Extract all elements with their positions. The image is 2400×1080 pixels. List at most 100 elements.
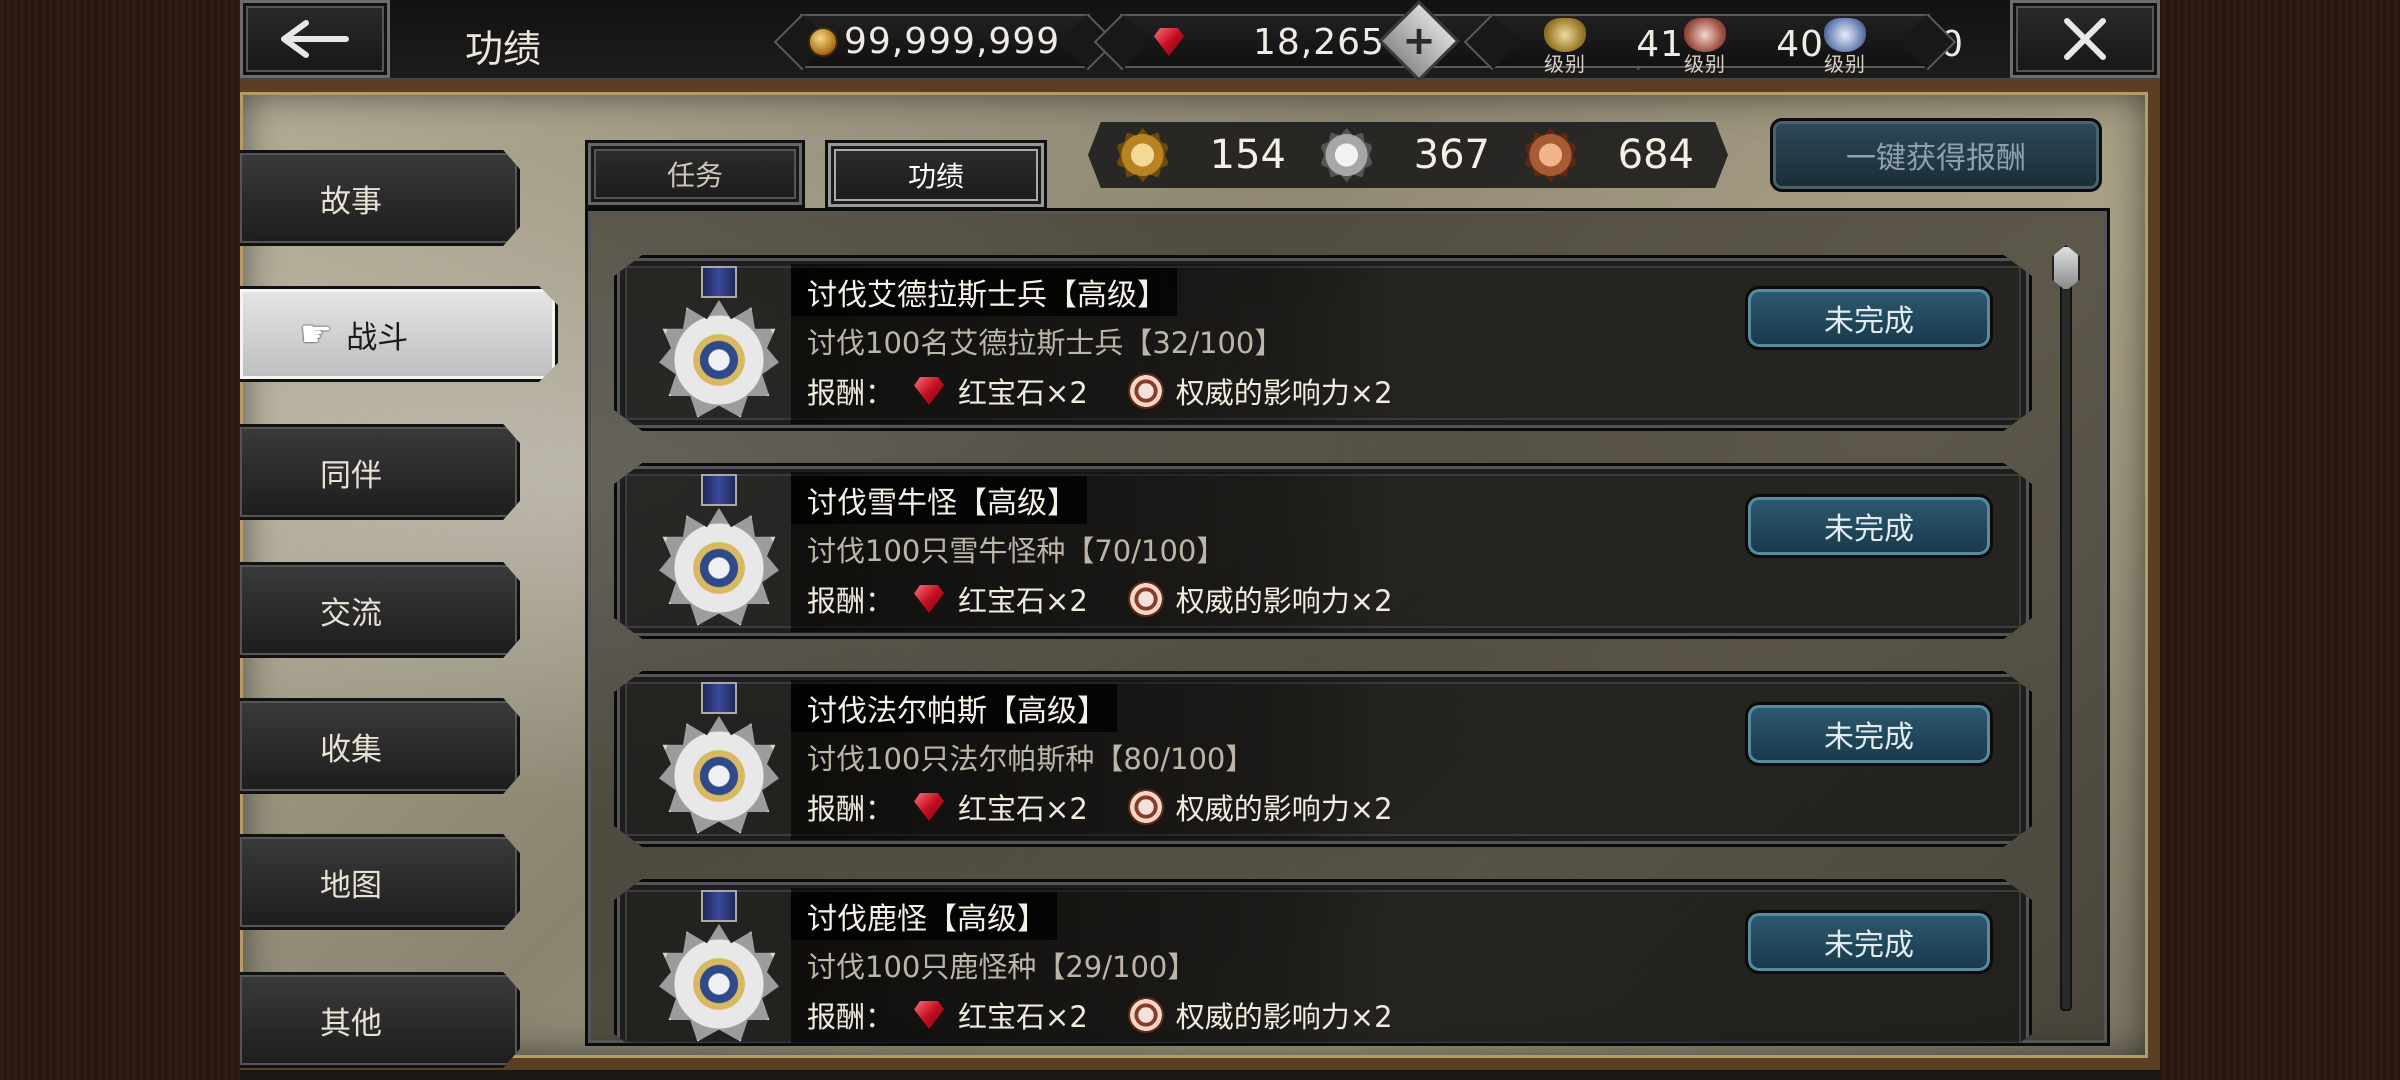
level-caption: 级别 — [1824, 52, 1866, 76]
bronze-medal-count: 684 — [1617, 132, 1694, 178]
achievement-reward: 报酬： 红宝石×2 权威的影响力×2 — [807, 370, 1393, 412]
scrollbar-thumb[interactable] — [2052, 245, 2080, 291]
claim-all-label: 一键获得报酬 — [1846, 141, 2026, 176]
achievement-title: 讨伐法尔帕斯【高级】 — [791, 684, 1117, 732]
sidebar-item-other[interactable]: 其他 — [240, 972, 520, 1068]
achievement-title: 讨伐鹿怪【高级】 — [791, 892, 1057, 940]
sidebar-item-story[interactable]: 故事 — [240, 150, 520, 246]
reward-ruby: 红宝石×2 — [958, 584, 1088, 618]
reward-influence: 权威的影响力×2 — [1175, 792, 1393, 826]
claim-all-rewards-button[interactable]: 一键获得报酬 — [1770, 118, 2102, 192]
ruby-icon — [914, 585, 945, 613]
back-button[interactable] — [240, 0, 390, 78]
sidebar-item-label: 其他 — [320, 1005, 382, 1042]
influence-icon — [1127, 789, 1164, 825]
level-value: 41 — [1636, 24, 1684, 65]
reward-label: 报酬： — [807, 376, 895, 410]
status-label: 未完成 — [1824, 720, 1914, 755]
level-value: 40 — [1776, 24, 1824, 65]
reward-ruby: 红宝石×2 — [958, 792, 1088, 826]
content-panel: 故事 ☛ 战斗 同伴 交流 收集 地图 其他 任务 功绩 154 367 684… — [240, 80, 2160, 1070]
sidebar-item-label: 交流 — [320, 595, 382, 632]
status-label: 未完成 — [1824, 304, 1914, 339]
sidebar-item-map[interactable]: 地图 — [240, 834, 520, 930]
status-incomplete-button[interactable]: 未完成 — [1745, 910, 1993, 974]
reward-influence: 权威的影响力×2 — [1175, 376, 1393, 410]
medal-icon — [657, 266, 781, 430]
achievement-list[interactable]: 讨伐艾德拉斯士兵【高级】 讨伐100名艾德拉斯士兵【32/100】 报酬： 红宝… — [585, 208, 2110, 1046]
achievement-card: 讨伐艾德拉斯士兵【高级】 讨伐100名艾德拉斯士兵【32/100】 报酬： 红宝… — [614, 255, 2032, 431]
level-group-1: 级别 41 — [1544, 16, 1684, 76]
status-incomplete-button[interactable]: 未完成 — [1745, 286, 1993, 350]
achievement-card: 讨伐雪牛怪【高级】 讨伐100只雪牛怪种【70/100】 报酬： 红宝石×2 权… — [614, 463, 2032, 639]
gold-skull-badge-icon — [1544, 18, 1586, 52]
sidebar-item-label: 同伴 — [320, 457, 382, 494]
status-incomplete-button[interactable]: 未完成 — [1745, 702, 1993, 766]
reward-label: 报酬： — [807, 1000, 895, 1034]
achievement-progress: 讨伐100只雪牛怪种【70/100】 — [807, 534, 1226, 568]
gold-counter: 99,999,999 — [800, 14, 1090, 68]
level-caption: 级别 — [1544, 52, 1586, 76]
gold-medal-icon — [1116, 128, 1170, 182]
reward-label: 报酬： — [807, 792, 895, 826]
medal-icon — [657, 890, 781, 1043]
tab-missions[interactable]: 任务 — [585, 140, 805, 208]
level-group-3: 级别 40 — [1824, 16, 1964, 76]
top-bar: 功绩 99,999,999 18,265 + 级别 41 级别 40 级别 40 — [240, 0, 2160, 83]
gold-coin-icon — [808, 27, 838, 57]
achievement-reward: 报酬： 红宝石×2 权威的影响力×2 — [807, 786, 1393, 828]
sidebar-item-companions[interactable]: 同伴 — [240, 424, 520, 520]
sidebar-item-label: 故事 — [320, 183, 382, 220]
crown-badge-icon — [1824, 18, 1866, 52]
tab-achievements[interactable]: 功绩 — [825, 140, 1047, 210]
level-counters: 级别 41 级别 40 级别 40 — [1490, 14, 1963, 76]
plus-icon: + — [1402, 18, 1436, 64]
ruby-amount: 18,265 — [1253, 22, 1385, 63]
page-title: 功绩 — [465, 27, 542, 71]
ruby-icon — [914, 1001, 945, 1029]
status-label: 未完成 — [1824, 928, 1914, 963]
medal-summary: 154 367 684 — [1088, 122, 1728, 188]
sidebar-item-interaction[interactable]: 交流 — [240, 562, 520, 658]
ruby-icon — [1154, 28, 1184, 56]
sidebar-item-battle[interactable]: ☛ 战斗 — [240, 286, 558, 382]
game-screen: 功绩 99,999,999 18,265 + 级别 41 级别 40 级别 40… — [240, 0, 2160, 1080]
rose-badge-icon — [1684, 18, 1726, 52]
add-rubies-button[interactable]: + — [1377, 0, 1461, 83]
sidebar-item-label: 战斗 — [346, 319, 409, 356]
medal-icon — [657, 682, 781, 846]
reward-ruby: 红宝石×2 — [958, 1000, 1088, 1034]
scrollbar-track[interactable] — [2060, 251, 2072, 1011]
status-label: 未完成 — [1824, 512, 1914, 547]
reward-label: 报酬： — [807, 584, 895, 618]
level-group-2: 级别 40 — [1684, 16, 1824, 76]
achievement-reward: 报酬： 红宝石×2 权威的影响力×2 — [807, 578, 1393, 620]
bronze-medal-icon — [1524, 128, 1578, 182]
achievement-card: 讨伐法尔帕斯【高级】 讨伐100只法尔帕斯种【80/100】 报酬： 红宝石×2… — [614, 671, 2032, 847]
influence-icon — [1127, 997, 1164, 1033]
sidebar-item-collection[interactable]: 收集 — [240, 698, 520, 794]
influence-icon — [1127, 373, 1164, 409]
sidebar-item-label: 地图 — [320, 867, 382, 904]
influence-icon — [1127, 581, 1164, 617]
level-value: 40 — [1916, 24, 1964, 65]
achievement-title: 讨伐艾德拉斯士兵【高级】 — [791, 268, 1177, 316]
achievement-progress: 讨伐100名艾德拉斯士兵【32/100】 — [807, 326, 1284, 360]
gold-medal-count: 154 — [1209, 132, 1286, 178]
sidebar-item-label: 收集 — [320, 731, 382, 768]
medal-icon — [657, 474, 781, 638]
arrow-left-icon — [281, 20, 349, 58]
ruby-icon — [914, 377, 945, 405]
close-button[interactable] — [2010, 0, 2160, 78]
status-incomplete-button[interactable]: 未完成 — [1745, 494, 1993, 558]
level-caption: 级别 — [1684, 52, 1726, 76]
close-icon — [2064, 18, 2106, 60]
tab-label: 功绩 — [907, 160, 964, 193]
achievement-progress: 讨伐100只法尔帕斯种【80/100】 — [807, 742, 1255, 776]
ruby-icon — [914, 793, 945, 821]
reward-ruby: 红宝石×2 — [958, 376, 1088, 410]
achievement-reward: 报酬： 红宝石×2 权威的影响力×2 — [807, 994, 1393, 1036]
tab-label: 任务 — [666, 159, 723, 192]
reward-influence: 权威的影响力×2 — [1175, 584, 1393, 618]
achievement-progress: 讨伐100只鹿怪种【29/100】 — [807, 950, 1197, 984]
